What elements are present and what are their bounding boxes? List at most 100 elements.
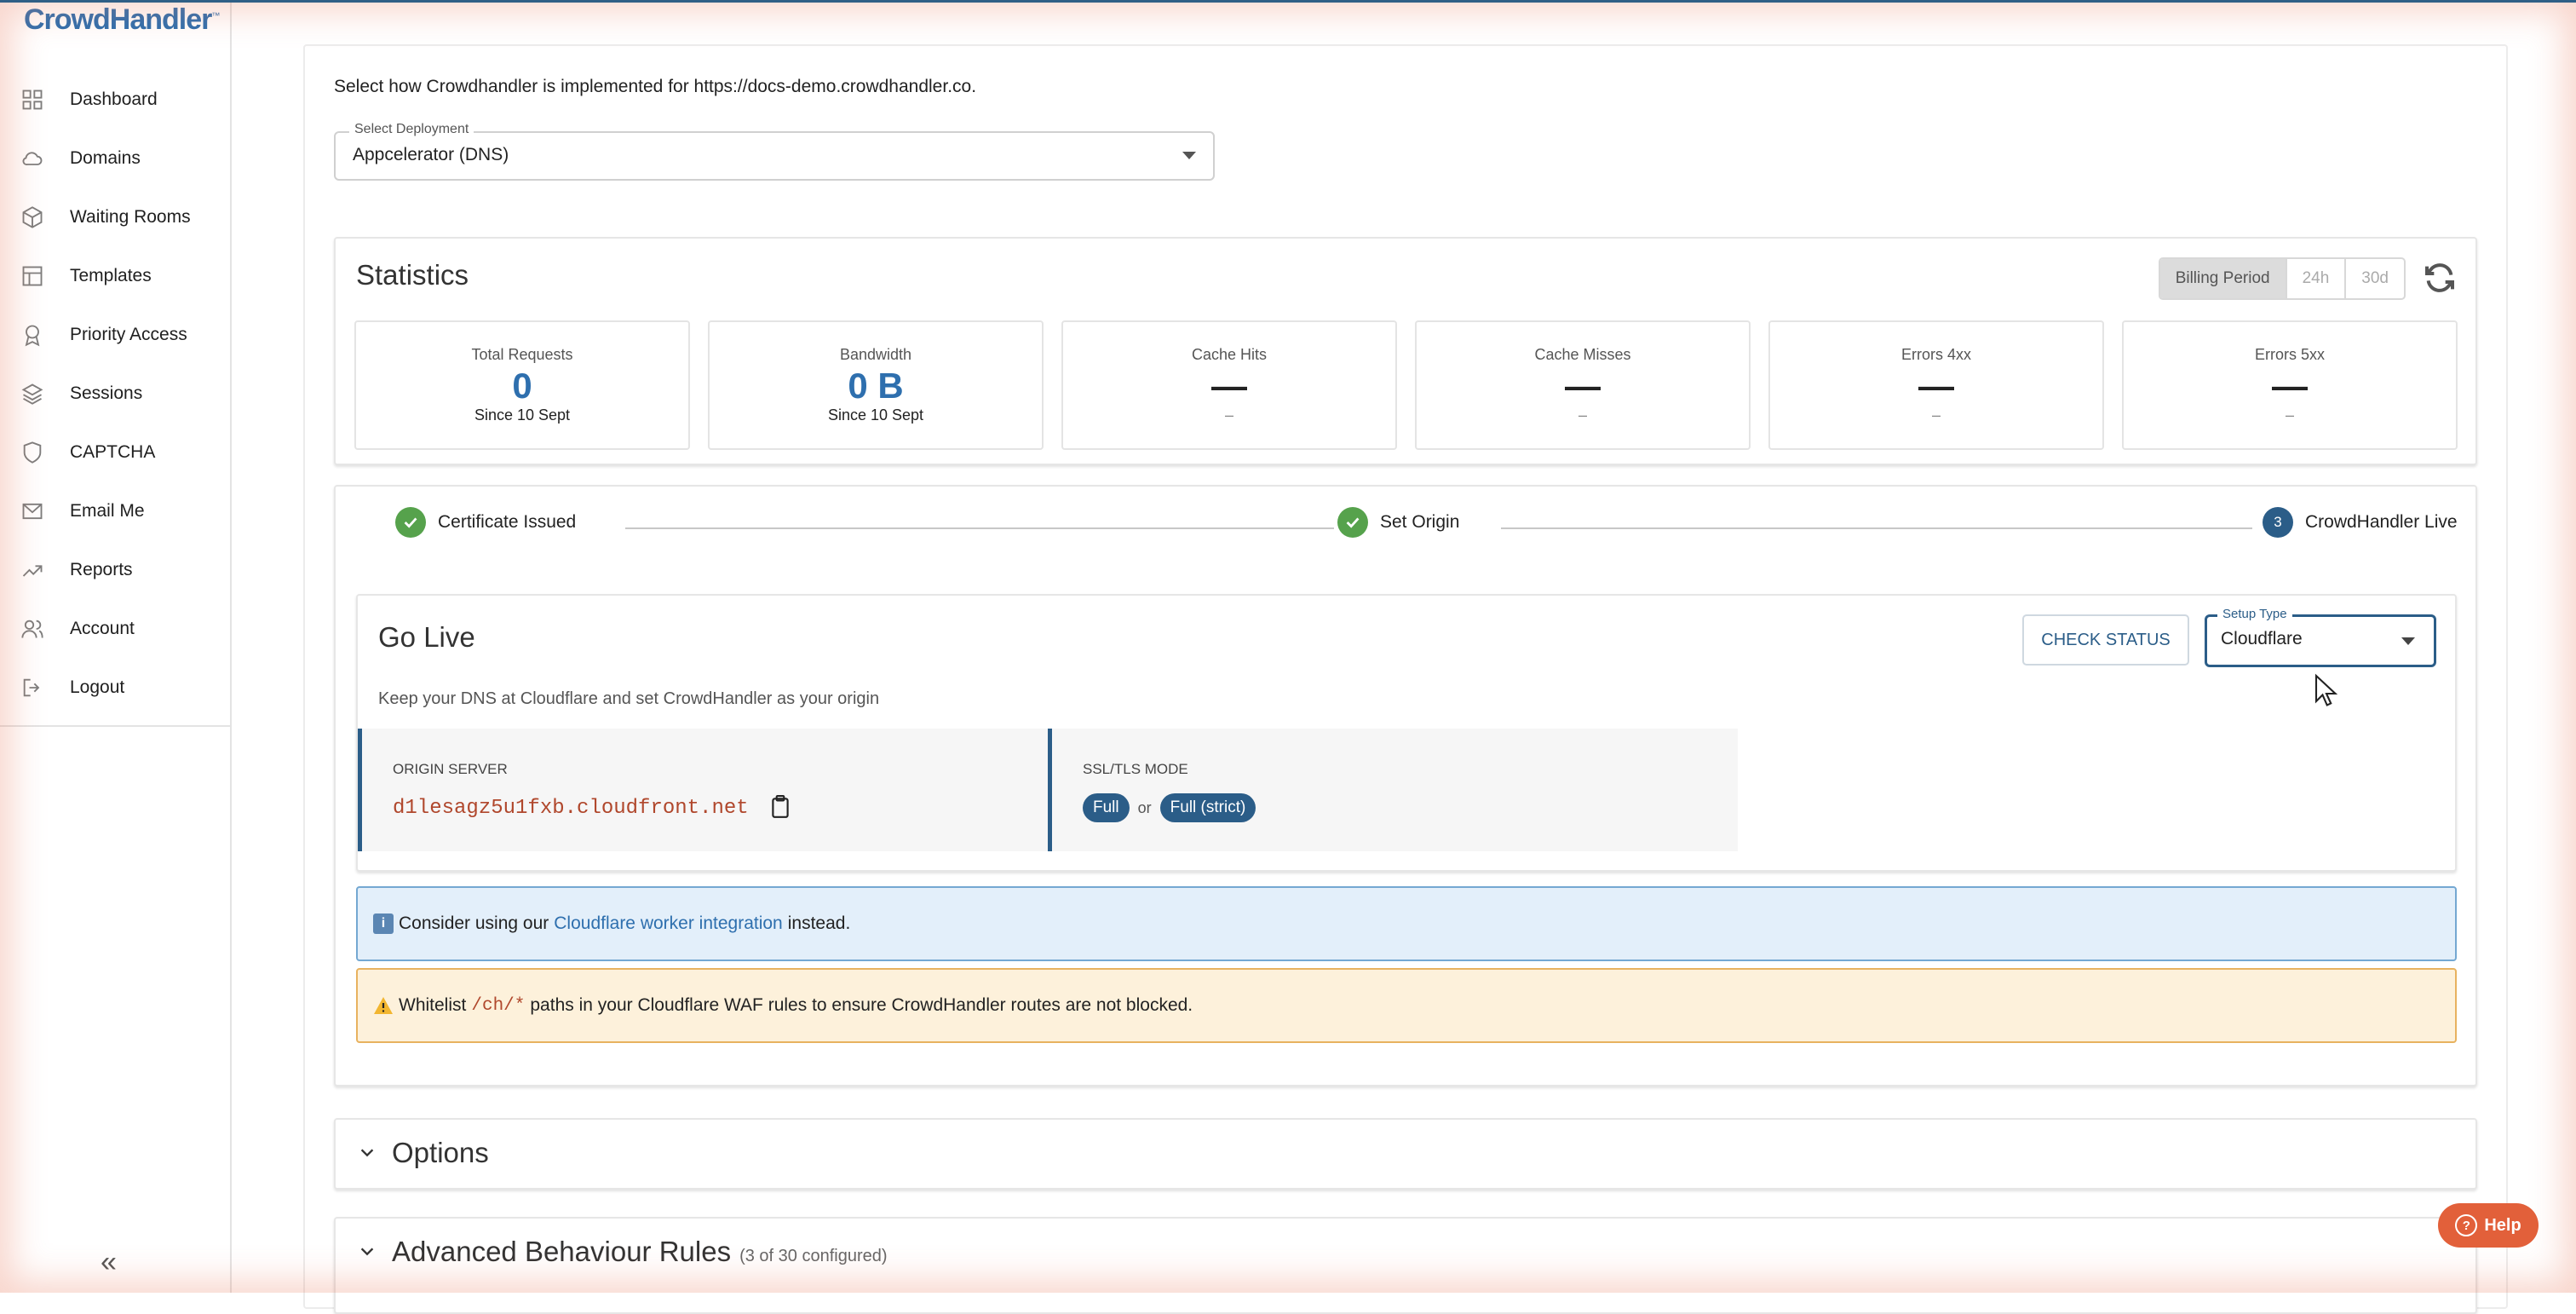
- stepper: Certificate Issued Set Origin 3 CrowdHan…: [395, 507, 2474, 550]
- stat-label: Errors 4xx: [1900, 346, 1971, 363]
- sidebar-item-domains[interactable]: Domains: [0, 129, 230, 187]
- brand-name: CrowdHandler: [24, 3, 212, 36]
- step-connector: [1501, 527, 2252, 529]
- help-label: Help: [2484, 1215, 2521, 1235]
- stat-value: 0 B: [848, 366, 904, 406]
- go-live-panel: Go Live CHECK STATUS Setup Type Cloudfla…: [356, 594, 2457, 872]
- sidebar-item-label: Priority Access: [70, 324, 187, 344]
- info-icon: i: [373, 913, 394, 934]
- step-set-origin: Set Origin: [1337, 507, 1459, 538]
- brand-logo[interactable]: CrowdHandler™: [24, 3, 220, 37]
- sidebar-item-label: Waiting Rooms: [70, 206, 191, 227]
- step-crowdhandler-live: 3 CrowdHandler Live: [2263, 507, 2458, 538]
- stat-sub: –: [2285, 406, 2294, 424]
- ssl-mode-separator: or: [1137, 798, 1152, 816]
- sidebar-item-sessions[interactable]: Sessions: [0, 364, 230, 423]
- stat-total-requests: Total Requests 0 Since 10 Sept: [354, 320, 690, 450]
- mail-icon: [19, 498, 46, 525]
- sidebar-item-captcha[interactable]: CAPTCHA: [0, 423, 230, 481]
- origin-server-value[interactable]: d1lesagz5u1fxb.cloudfront.net: [393, 797, 749, 820]
- ssl-tls-box: SSL/TLS MODE Full or Full (strict): [1048, 729, 1738, 851]
- statistics-card: Statistics Billing Period 24h 30d Total …: [334, 237, 2477, 465]
- shield-icon: [19, 439, 46, 466]
- info-alert-prefix: Consider using our: [399, 913, 549, 933]
- check-icon: [395, 507, 426, 538]
- stat-value: —: [1918, 366, 1954, 406]
- step-label: CrowdHandler Live: [2305, 512, 2458, 532]
- stat-label: Cache Misses: [1534, 346, 1631, 363]
- stat-label: Bandwidth: [839, 346, 912, 363]
- chevron-down-icon: [358, 1144, 377, 1162]
- logout-icon: [19, 674, 46, 701]
- info-alert: i Consider using our Cloudflare worker i…: [356, 886, 2457, 961]
- stat-sub: Since 10 Sept: [474, 406, 571, 424]
- advanced-rules-title: Advanced Behaviour Rules (3 of 30 configu…: [392, 1236, 888, 1268]
- period-30d-button[interactable]: 30d: [2344, 259, 2404, 298]
- mouse-cursor-icon: [2314, 673, 2339, 713]
- setup-steps-card: Certificate Issued Set Origin 3 CrowdHan…: [334, 485, 2477, 1086]
- stat-sub: Since 10 Sept: [827, 406, 924, 424]
- brand-tm: ™: [211, 11, 220, 21]
- advanced-rules-accordion[interactable]: Advanced Behaviour Rules (3 of 30 configu…: [334, 1217, 2477, 1314]
- sidebar-item-label: CAPTCHA: [70, 441, 156, 462]
- step-label: Set Origin: [1380, 512, 1460, 532]
- clipboard-icon[interactable]: [769, 795, 793, 819]
- sidebar-item-account[interactable]: Account: [0, 599, 230, 658]
- origin-server-heading: ORIGIN SERVER: [393, 761, 508, 777]
- deployment-select[interactable]: Select Deployment Appcelerator (DNS): [334, 122, 1215, 181]
- stat-cache-misses: Cache Misses — –: [1415, 320, 1751, 450]
- grid-icon: [19, 86, 46, 113]
- sidebar-item-email-me[interactable]: Email Me: [0, 481, 230, 540]
- collapse-sidebar-button[interactable]: «: [101, 1246, 117, 1279]
- stat-bandwidth: Bandwidth 0 B Since 10 Sept: [708, 320, 1044, 450]
- check-icon: [1337, 507, 1368, 538]
- ssl-modes: Full or Full (strict): [1083, 793, 1256, 822]
- step-connector: [625, 527, 1334, 529]
- step-label: Certificate Issued: [438, 512, 577, 532]
- ssl-mode-full-strict: Full (strict): [1159, 793, 1256, 822]
- stat-value: —: [1565, 366, 1601, 406]
- step-number-badge: 3: [2263, 507, 2293, 538]
- chevron-down-icon: [358, 1242, 377, 1261]
- sidebar-item-dashboard[interactable]: Dashboard: [0, 70, 230, 129]
- help-circle-icon: ?: [2455, 1214, 2478, 1236]
- sidebar-item-priority-access[interactable]: Priority Access: [0, 305, 230, 364]
- sidebar-item-label: Email Me: [70, 500, 145, 521]
- options-accordion[interactable]: Options: [334, 1118, 2477, 1190]
- origin-server-box: ORIGIN SERVER d1lesagz5u1fxb.cloudfront.…: [358, 729, 1048, 851]
- step-certificate-issued: Certificate Issued: [395, 507, 576, 538]
- stat-sub: –: [1578, 406, 1587, 424]
- advanced-rules-count: (3 of 30 configured): [739, 1247, 888, 1265]
- sidebar-item-waiting-rooms[interactable]: Waiting Rooms: [0, 187, 230, 246]
- sidebar-item-label: Sessions: [70, 383, 143, 403]
- sidebar-item-label: Reports: [70, 559, 133, 579]
- warning-icon: [373, 995, 394, 1016]
- warning-alert-prefix: Whitelist: [399, 995, 467, 1015]
- advanced-rules-title-text: Advanced Behaviour Rules: [392, 1236, 732, 1267]
- cube-icon: [19, 204, 46, 231]
- options-title: Options: [392, 1137, 489, 1168]
- cloud-icon: [19, 145, 46, 172]
- sidebar-item-logout[interactable]: Logout: [0, 658, 230, 717]
- ssl-mode-full: Full: [1083, 793, 1130, 822]
- period-24h-button[interactable]: 24h: [2285, 259, 2345, 298]
- cloudflare-worker-link[interactable]: Cloudflare worker integration: [554, 913, 782, 934]
- trend-icon: [19, 556, 46, 584]
- stat-label: Cache Hits: [1191, 346, 1268, 363]
- sidebar-item-label: Logout: [70, 677, 125, 697]
- award-icon: [19, 321, 46, 349]
- help-button[interactable]: ? Help: [2438, 1203, 2539, 1248]
- period-billing-button[interactable]: Billing Period: [2159, 259, 2286, 298]
- setup-type-select[interactable]: Setup Type Cloudflare: [2205, 607, 2436, 667]
- sidebar-divider: [0, 725, 230, 727]
- stat-errors-5xx: Errors 5xx — –: [2122, 320, 2458, 450]
- check-status-button[interactable]: CHECK STATUS: [2022, 614, 2189, 666]
- sidebar-item-label: Domains: [70, 147, 141, 168]
- stat-errors-4xx: Errors 4xx — –: [1768, 320, 2104, 450]
- sidebar-item-templates[interactable]: Templates: [0, 246, 230, 305]
- layers-icon: [19, 380, 46, 407]
- top-accent-line: [0, 0, 2576, 3]
- sidebar-item-reports[interactable]: Reports: [0, 540, 230, 599]
- refresh-icon[interactable]: [2423, 261, 2457, 295]
- sidebar-item-label: Dashboard: [70, 89, 158, 109]
